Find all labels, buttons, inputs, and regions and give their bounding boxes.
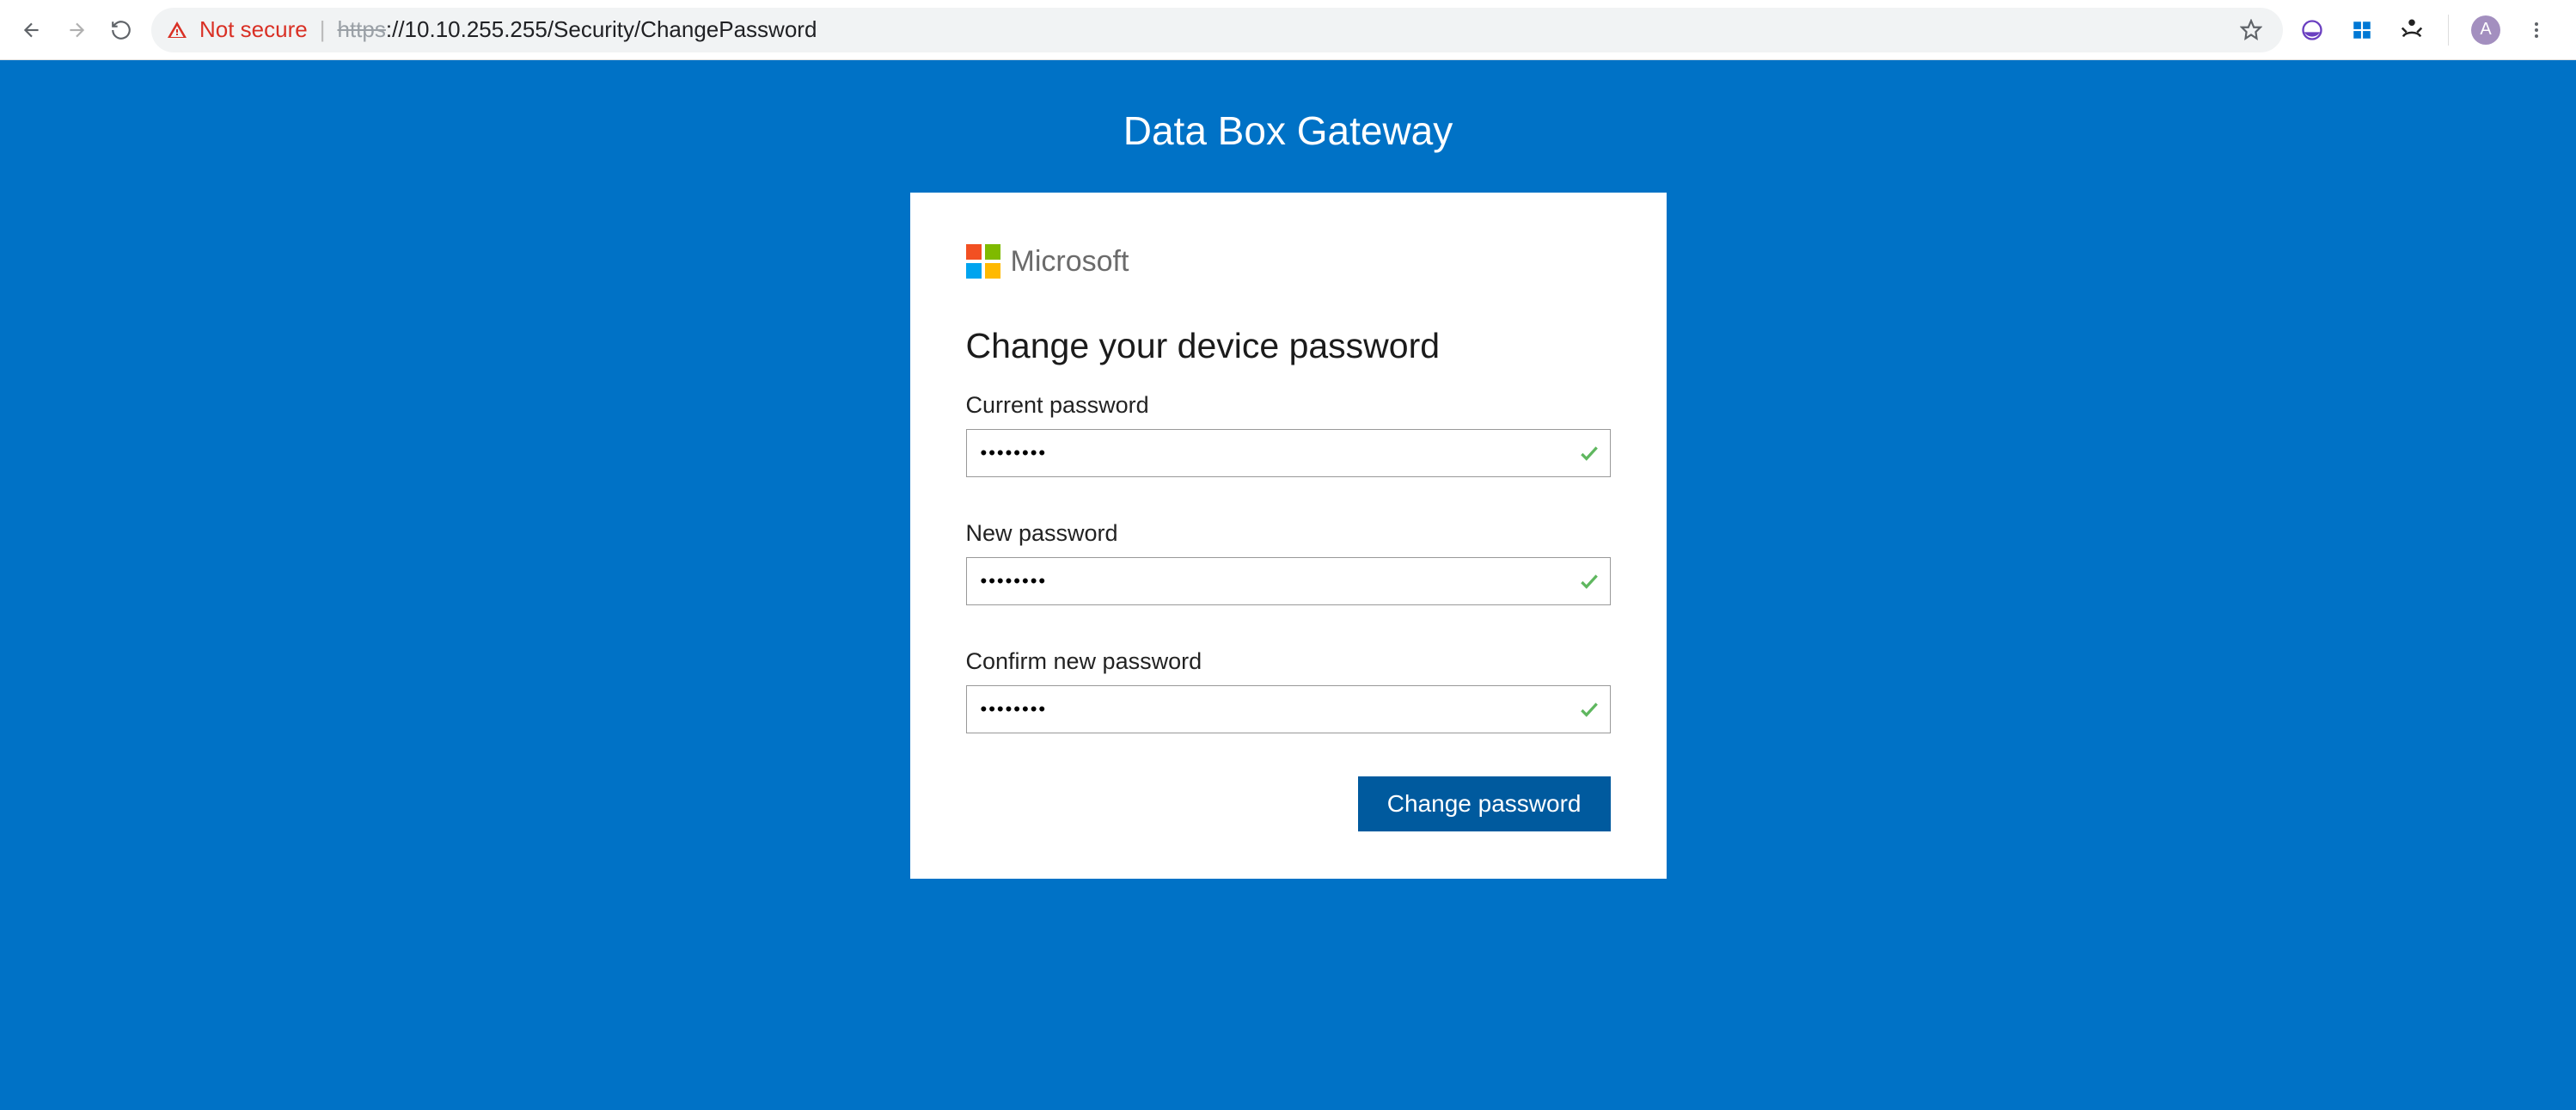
check-icon (1578, 698, 1600, 721)
address-bar[interactable]: Not secure | https://10.10.255.255/Secur… (151, 8, 2283, 52)
current-password-label: Current password (966, 392, 1611, 419)
extension-circle-icon[interactable] (2298, 16, 2326, 44)
back-button[interactable] (17, 15, 46, 45)
browser-toolbar: Not secure | https://10.10.255.255/Secur… (0, 0, 2576, 60)
current-password-input[interactable] (966, 429, 1611, 477)
confirm-password-input[interactable] (966, 685, 1611, 733)
change-password-card: Microsoft Change your device password Cu… (910, 193, 1667, 879)
insecure-icon (167, 20, 187, 40)
toolbar-right-icons: A (2298, 15, 2559, 46)
url-path: ://10.10.255.255/Security/ChangePassword (386, 16, 817, 42)
confirm-password-group: Confirm new password (966, 648, 1611, 733)
page-body: Data Box Gateway Microsoft Change your d… (0, 60, 2576, 1110)
profile-avatar[interactable]: A (2471, 15, 2500, 45)
not-secure-label: Not secure (199, 16, 308, 43)
new-password-group: New password (966, 520, 1611, 605)
address-separator: | (320, 16, 326, 43)
reload-button[interactable] (107, 15, 136, 45)
kebab-menu-icon[interactable] (2523, 16, 2550, 44)
new-password-label: New password (966, 520, 1611, 547)
microsoft-brand: Microsoft (966, 244, 1611, 279)
confirm-password-label: Confirm new password (966, 648, 1611, 675)
microsoft-label: Microsoft (1011, 245, 1129, 279)
avatar-initial: A (2480, 20, 2491, 40)
microsoft-logo-icon (966, 244, 1000, 279)
forward-button[interactable] (62, 15, 91, 45)
bookmark-star-icon[interactable] (2240, 19, 2262, 41)
page-title: Data Box Gateway (1123, 107, 1453, 154)
url-text: https://10.10.255.255/Security/ChangePas… (338, 16, 817, 43)
person-watch-icon[interactable] (2398, 16, 2426, 44)
card-heading: Change your device password (966, 326, 1611, 366)
current-password-group: Current password (966, 392, 1611, 477)
check-icon (1578, 570, 1600, 592)
check-icon (1578, 442, 1600, 464)
new-password-input[interactable] (966, 557, 1611, 605)
url-scheme: https (338, 16, 386, 42)
change-password-button[interactable]: Change password (1358, 776, 1611, 831)
submit-row: Change password (966, 776, 1611, 831)
toolbar-divider (2448, 15, 2449, 46)
windows-flag-icon[interactable] (2348, 16, 2376, 44)
